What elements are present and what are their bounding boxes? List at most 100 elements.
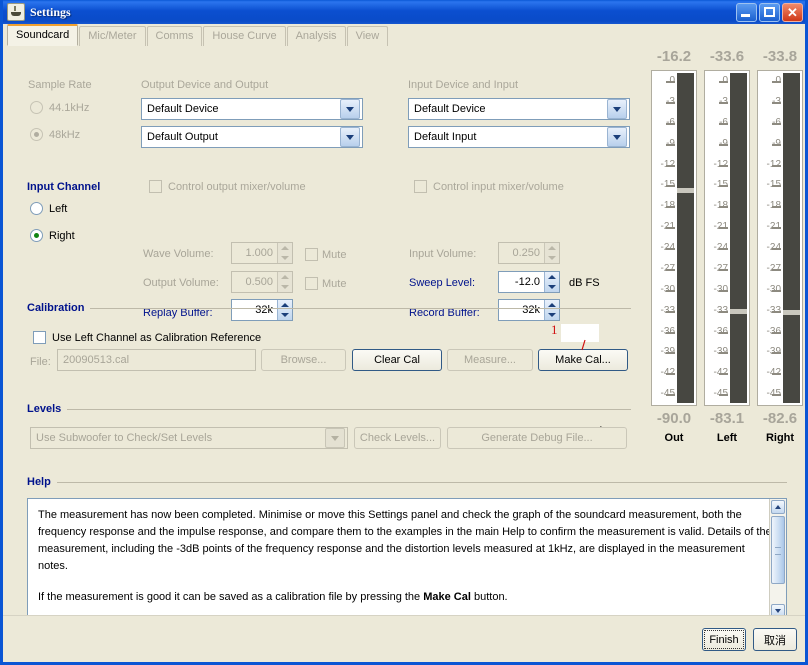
meter-scale-tick [719, 331, 728, 334]
levels-section-header: Levels [27, 403, 631, 415]
input-volume-spinner: 0.250 [498, 242, 560, 264]
calibration-section-header: Calibration [27, 302, 631, 314]
title-bar: Settings [3, 0, 805, 24]
output-output-value: Default Output [147, 131, 218, 143]
chevron-down-icon [607, 99, 627, 119]
input-input-select[interactable]: Default Input [408, 126, 630, 148]
input-channel-label: Input Channel [27, 181, 101, 193]
input-device-label: Input Device and Input [408, 79, 519, 91]
radio-right-channel[interactable] [30, 229, 43, 242]
output-device-label: Output Device and Output [141, 79, 269, 91]
meter-scale-tick [719, 352, 728, 355]
spinner-arrows [544, 243, 559, 263]
radio-right-channel-label: Right [49, 230, 75, 242]
meter-scale-tick [772, 164, 781, 167]
meter-scale-tick [772, 143, 781, 146]
finish-button[interactable]: Finish [702, 628, 746, 651]
meter-scale-tick [719, 289, 728, 292]
output-device-select[interactable]: Default Device [141, 98, 363, 120]
wave-mute-checkbox [305, 248, 318, 261]
wave-volume-label: Wave Volume: [143, 248, 214, 260]
meter-scale-tick [666, 373, 675, 376]
meter-scale-tick [666, 268, 675, 271]
radio-left-channel[interactable] [30, 202, 43, 215]
radio-44-1khz-label: 44.1kHz [49, 102, 90, 114]
meter-scale-tick [719, 122, 728, 125]
radio-44-1khz [30, 101, 43, 114]
output-mute-label: Mute [322, 278, 347, 290]
close-button[interactable] [782, 2, 803, 22]
subwoofer-levels-value: Use Subwoofer to Check/Set Levels [36, 432, 213, 444]
check-levels-button: Check Levels... [354, 427, 441, 449]
dialog-footer: Finish 取消 [3, 615, 805, 662]
measure-button: Measure... [447, 349, 533, 371]
meter-right-body: 0-3-6-9-12-15-18-21-24-27-30-33-36-39-42… [757, 70, 803, 406]
wave-volume-spinner: 1.000 [231, 242, 293, 264]
meter-out-bar [677, 73, 694, 403]
meter-scale-tick [772, 122, 781, 125]
input-device-select[interactable]: Default Device [408, 98, 630, 120]
sweep-level-spinner[interactable]: -12.0 [498, 271, 560, 293]
help-section-label: Help [27, 476, 51, 488]
meter-left-body: 0-3-6-9-12-15-18-21-24-27-30-33-36-39-42… [704, 70, 750, 406]
meter-out-peak: -16.2 [656, 48, 692, 65]
meter-scale-tick [666, 101, 675, 104]
chevron-down-icon [325, 428, 345, 448]
meter-right-label: Right [765, 432, 795, 444]
meter-scale-tick [719, 81, 728, 83]
output-output-select[interactable]: Default Output [141, 126, 363, 148]
radio-left-channel-label: Left [49, 203, 68, 215]
output-volume-spinner: 0.500 [231, 271, 293, 293]
levels-section-label: Levels [27, 403, 62, 415]
soundcard-panel: Sample Rate 44.1kHz 48kHz Input Channel … [3, 46, 787, 620]
meter-scale-tick [772, 206, 781, 209]
meter-out-label: Out [664, 432, 684, 444]
meter-left-bar [730, 73, 747, 403]
meter-level-marker [677, 187, 694, 193]
make-cal-button[interactable]: Make Cal... [538, 349, 628, 371]
input-input-value: Default Input [414, 131, 477, 143]
use-left-channel-label: Use Left Channel as Calibration Referenc… [52, 332, 262, 344]
tab-soundcard[interactable]: Soundcard [7, 24, 79, 46]
cancel-button[interactable]: 取消 [753, 628, 797, 651]
meter-scale-tick [666, 248, 675, 250]
wave-volume-value: 1.000 [245, 247, 273, 259]
meter-scale-tick [666, 81, 675, 83]
output-device-value: Default Device [147, 103, 219, 115]
meter-out-body: 0-3-6-9-12-15-18-21-24-27-30-33-36-39-42… [651, 70, 697, 406]
meter-scale-tick [719, 143, 728, 146]
clear-cal-button[interactable]: Clear Cal [352, 349, 442, 371]
tab-analysis: Analysis [286, 26, 346, 46]
meter-scale-tick [719, 394, 728, 397]
minimize-button[interactable] [736, 2, 757, 22]
meter-right-rms: -82.6 [762, 410, 798, 427]
tab-comms: Comms [146, 26, 203, 46]
meter-level-marker [730, 308, 747, 314]
meter-scale-tick [666, 310, 675, 313]
control-input-mixer-label: Control input mixer/volume [433, 181, 564, 193]
maximize-button[interactable] [759, 2, 780, 22]
meter-level-marker [783, 310, 800, 316]
meter-scale-tick [666, 289, 675, 292]
meter-scale-tick [666, 122, 675, 125]
output-mute-checkbox [305, 277, 318, 290]
help-p2-bold: Make Cal [423, 591, 471, 603]
input-volume-label: Input Volume: [409, 248, 477, 260]
sample-rate-label: Sample Rate [28, 79, 92, 91]
meter-scale-tick [772, 227, 781, 230]
use-left-channel-checkbox[interactable] [33, 331, 46, 344]
level-meters: -16.2 0-3-6-9-12-15-18-21-24-27-30-33-36… [648, 46, 808, 616]
meter-left-peak: -33.6 [709, 48, 745, 65]
subwoofer-levels-select: Use Subwoofer to Check/Set Levels [30, 427, 348, 449]
meter-scale-tick [666, 164, 675, 167]
meter-left-rms: -83.1 [709, 410, 745, 427]
spinner-arrows[interactable] [544, 272, 559, 292]
calibration-section-label: Calibration [27, 302, 85, 314]
file-label: File: [30, 356, 51, 368]
meter-out-scale: 0-3-6-9-12-15-18-21-24-27-30-33-36-39-42… [652, 71, 676, 405]
browse-button: Browse... [261, 349, 346, 371]
section-divider [67, 408, 631, 410]
sweep-level-value: -12.0 [514, 276, 540, 288]
control-output-mixer-checkbox [149, 180, 162, 193]
output-volume-label: Output Volume: [143, 277, 219, 289]
